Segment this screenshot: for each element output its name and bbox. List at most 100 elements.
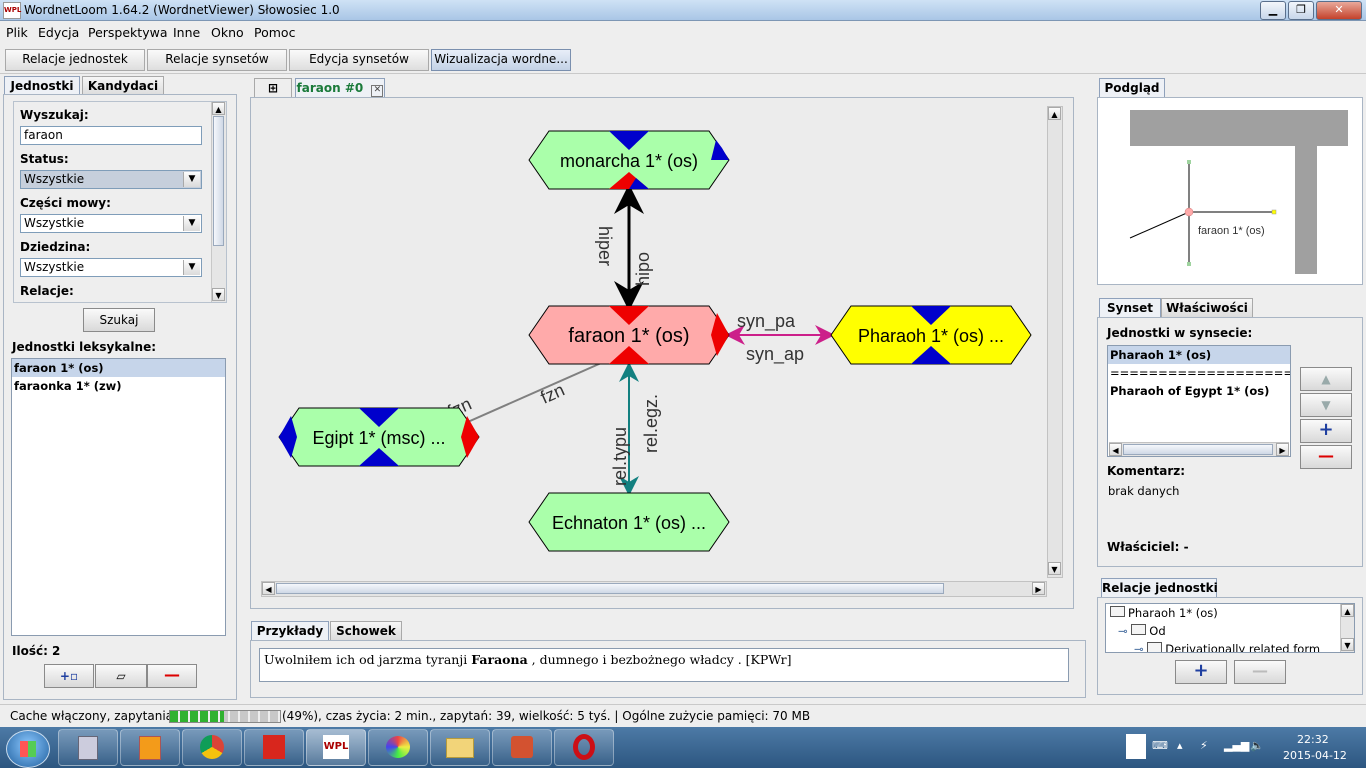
- edge-label-rel-egz: rel.egz.: [641, 394, 661, 453]
- add-relation-button[interactable]: +: [1175, 660, 1227, 684]
- taskbar-wordnetloom[interactable]: WPL: [306, 729, 366, 766]
- menu-okno[interactable]: Okno: [211, 25, 244, 40]
- taskbar-media-player[interactable]: [120, 729, 180, 766]
- node-label-faraon: faraon 1* (os): [568, 325, 689, 347]
- graph-hscroll[interactable]: ◀ ▶: [261, 581, 1047, 597]
- menu-inne[interactable]: Inne: [173, 25, 200, 40]
- move-down-button[interactable]: ▼: [1300, 393, 1352, 417]
- taskbar-calculator[interactable]: [58, 729, 118, 766]
- filter-scrollbar[interactable]: ▲ ▼: [211, 102, 226, 302]
- status-cache-details: (49%), czas życia: 2 min., zapytań: 39, …: [282, 709, 811, 723]
- move-up-button[interactable]: ▲: [1300, 367, 1352, 391]
- taskbar-chrome[interactable]: [182, 729, 242, 766]
- edit-unit-button[interactable]: ▱: [95, 664, 147, 688]
- minimize-button[interactable]: ▁: [1260, 1, 1286, 20]
- status-select[interactable]: Wszystkie ▼: [20, 170, 202, 189]
- media-player-icon: [139, 736, 161, 760]
- search-button[interactable]: Szukaj: [83, 308, 155, 332]
- list-item[interactable]: Pharaoh of Egypt 1* (os): [1108, 382, 1290, 400]
- tree-vscroll[interactable]: ▲ ▼: [1340, 604, 1354, 652]
- node-echnaton[interactable]: Echnaton 1* (os) ...: [528, 492, 730, 552]
- node-monarcha[interactable]: monarcha 1* (os): [528, 130, 730, 190]
- tab-unit-relations[interactable]: Relacje jednostki: [1101, 578, 1218, 597]
- domain-select[interactable]: Wszystkie ▼: [20, 258, 202, 277]
- node-faraon[interactable]: faraon 1* (os): [528, 305, 730, 365]
- node-label-egipt: Egipt 1* (msc) ...: [312, 428, 445, 448]
- perspective-synset-edit[interactable]: Edycja synsetów: [289, 49, 429, 71]
- left-panel: Jednostki Kandydaci Wyszukaj: faraon Sta…: [2, 75, 238, 700]
- tab-schowek[interactable]: Schowek: [330, 621, 402, 640]
- maximize-button[interactable]: ❐: [1288, 1, 1314, 20]
- taskbar-paint[interactable]: [368, 729, 428, 766]
- units-panel: Wyszukaj: faraon Status: Wszystkie ▼ Czę…: [3, 94, 237, 700]
- edit-icon: ▱: [116, 669, 126, 683]
- start-button[interactable]: [6, 730, 50, 768]
- network-icon[interactable]: ▂▄▆: [1224, 739, 1249, 752]
- comment-label: Komentarz:: [1107, 464, 1186, 478]
- tab-wlasciwosci[interactable]: Właściwości: [1161, 298, 1253, 317]
- tab-synset[interactable]: Synset: [1099, 298, 1161, 317]
- menu-perspektywa[interactable]: Perspektywa: [88, 25, 167, 40]
- taskbar: WPL ⌨ ▴ ⚡ ▂▄▆ 🔈 22:32 2015-04-12: [0, 727, 1366, 768]
- taskbar-explorer[interactable]: [430, 729, 490, 766]
- perspective-synset-relations[interactable]: Relacje synsetów: [147, 49, 287, 71]
- graph-vscroll[interactable]: ▲ ▼: [1047, 106, 1063, 578]
- remove-relation-button[interactable]: —: [1234, 660, 1286, 684]
- add-to-synset-button[interactable]: +: [1300, 419, 1352, 443]
- power-icon[interactable]: ⚡: [1200, 739, 1208, 752]
- menu-plik[interactable]: Plik: [6, 25, 28, 40]
- close-button[interactable]: ✕: [1316, 1, 1362, 20]
- tree-node-derivation[interactable]: ⊸ Derivationally related form: [1134, 642, 1320, 652]
- add-unit-button[interactable]: +▫: [44, 664, 94, 688]
- tab-faraon[interactable]: faraon #0 ✕: [295, 78, 385, 97]
- taskbar-acrobat[interactable]: [244, 729, 304, 766]
- tree-node-od[interactable]: ⊸ Od: [1118, 624, 1166, 638]
- tab-jednostki[interactable]: Jednostki: [4, 76, 80, 95]
- tab-kandydaci[interactable]: Kandydaci: [82, 76, 164, 95]
- perspective-visualization[interactable]: Wizualizacja wordne...: [431, 49, 571, 71]
- list-item[interactable]: faraonka 1* (zw): [12, 377, 225, 395]
- menu-edycja[interactable]: Edycja: [38, 25, 79, 40]
- pos-value: Wszystkie: [24, 216, 85, 230]
- folder-icon: [1110, 606, 1125, 617]
- pos-select[interactable]: Wszystkie ▼: [20, 214, 202, 233]
- remove-from-synset-button[interactable]: —: [1300, 445, 1352, 469]
- folder-icon: [1147, 642, 1163, 652]
- pdf-icon: [263, 735, 285, 759]
- synset-units-list: Pharaoh 1* (os) ========================…: [1107, 345, 1291, 457]
- tray-arrow-icon[interactable]: ▴: [1177, 739, 1183, 752]
- edge-label-hiper: hiper: [595, 226, 615, 266]
- remove-unit-button[interactable]: —: [147, 664, 197, 688]
- node-egipt[interactable]: Egipt 1* (msc) ...: [278, 407, 480, 467]
- taskbar-opera[interactable]: [554, 729, 614, 766]
- status-value: Wszystkie: [24, 172, 85, 186]
- unit-relations-content: Pharaoh 1* (os) ⊸ Od ⊸ Derivationally re…: [1097, 597, 1363, 695]
- keyboard-icon[interactable]: ⌨: [1152, 739, 1168, 752]
- examples-panel: Przykłady Schowek Uwolniłem ich od jarzm…: [250, 620, 1086, 700]
- perspective-unit-relations[interactable]: Relacje jednostek: [5, 49, 145, 71]
- volume-icon[interactable]: 🔈: [1250, 739, 1264, 752]
- clock-time[interactable]: 22:32: [1297, 733, 1329, 746]
- graph-area: ⊞ faraon #0 ✕ hiper hipo syn_pa syn_ap f…: [247, 77, 1085, 609]
- list-item[interactable]: faraon 1* (os): [12, 359, 225, 377]
- graph-svg: hiper hipo syn_pa syn_ap fzn fzn rel.typ…: [278, 130, 1032, 552]
- tab-podglad[interactable]: Podgląd: [1099, 78, 1165, 97]
- close-tab-icon[interactable]: ✕: [371, 85, 384, 97]
- tab-przyklady[interactable]: Przykłady: [251, 621, 329, 640]
- show-desktop-preview[interactable]: [1126, 734, 1146, 759]
- list-item[interactable]: Pharaoh 1* (os): [1108, 346, 1290, 364]
- clock-date[interactable]: 2015-04-12: [1283, 749, 1347, 762]
- preview-panel: Podgląd faraon 1* (os): [1097, 77, 1363, 287]
- examples-content: Uwolniłem ich od jarzma tyranji Faraona …: [250, 640, 1086, 698]
- plus-icon: +: [1193, 660, 1209, 681]
- preview-canvas[interactable]: faraon 1* (os): [1097, 97, 1363, 285]
- new-tab-button[interactable]: ⊞: [254, 78, 292, 97]
- synset-hscroll[interactable]: ◀ ▶: [1109, 442, 1289, 456]
- taskbar-powerpoint[interactable]: [492, 729, 552, 766]
- tree-root[interactable]: Pharaoh 1* (os): [1110, 606, 1218, 620]
- cache-progress-bar: [169, 710, 281, 723]
- graph-canvas[interactable]: hiper hipo syn_pa syn_ap fzn fzn rel.typ…: [250, 97, 1074, 609]
- search-input[interactable]: faraon: [20, 126, 202, 145]
- menu-pomoc[interactable]: Pomoc: [254, 25, 295, 40]
- node-pharaoh[interactable]: Pharaoh 1* (os) ...: [830, 305, 1032, 365]
